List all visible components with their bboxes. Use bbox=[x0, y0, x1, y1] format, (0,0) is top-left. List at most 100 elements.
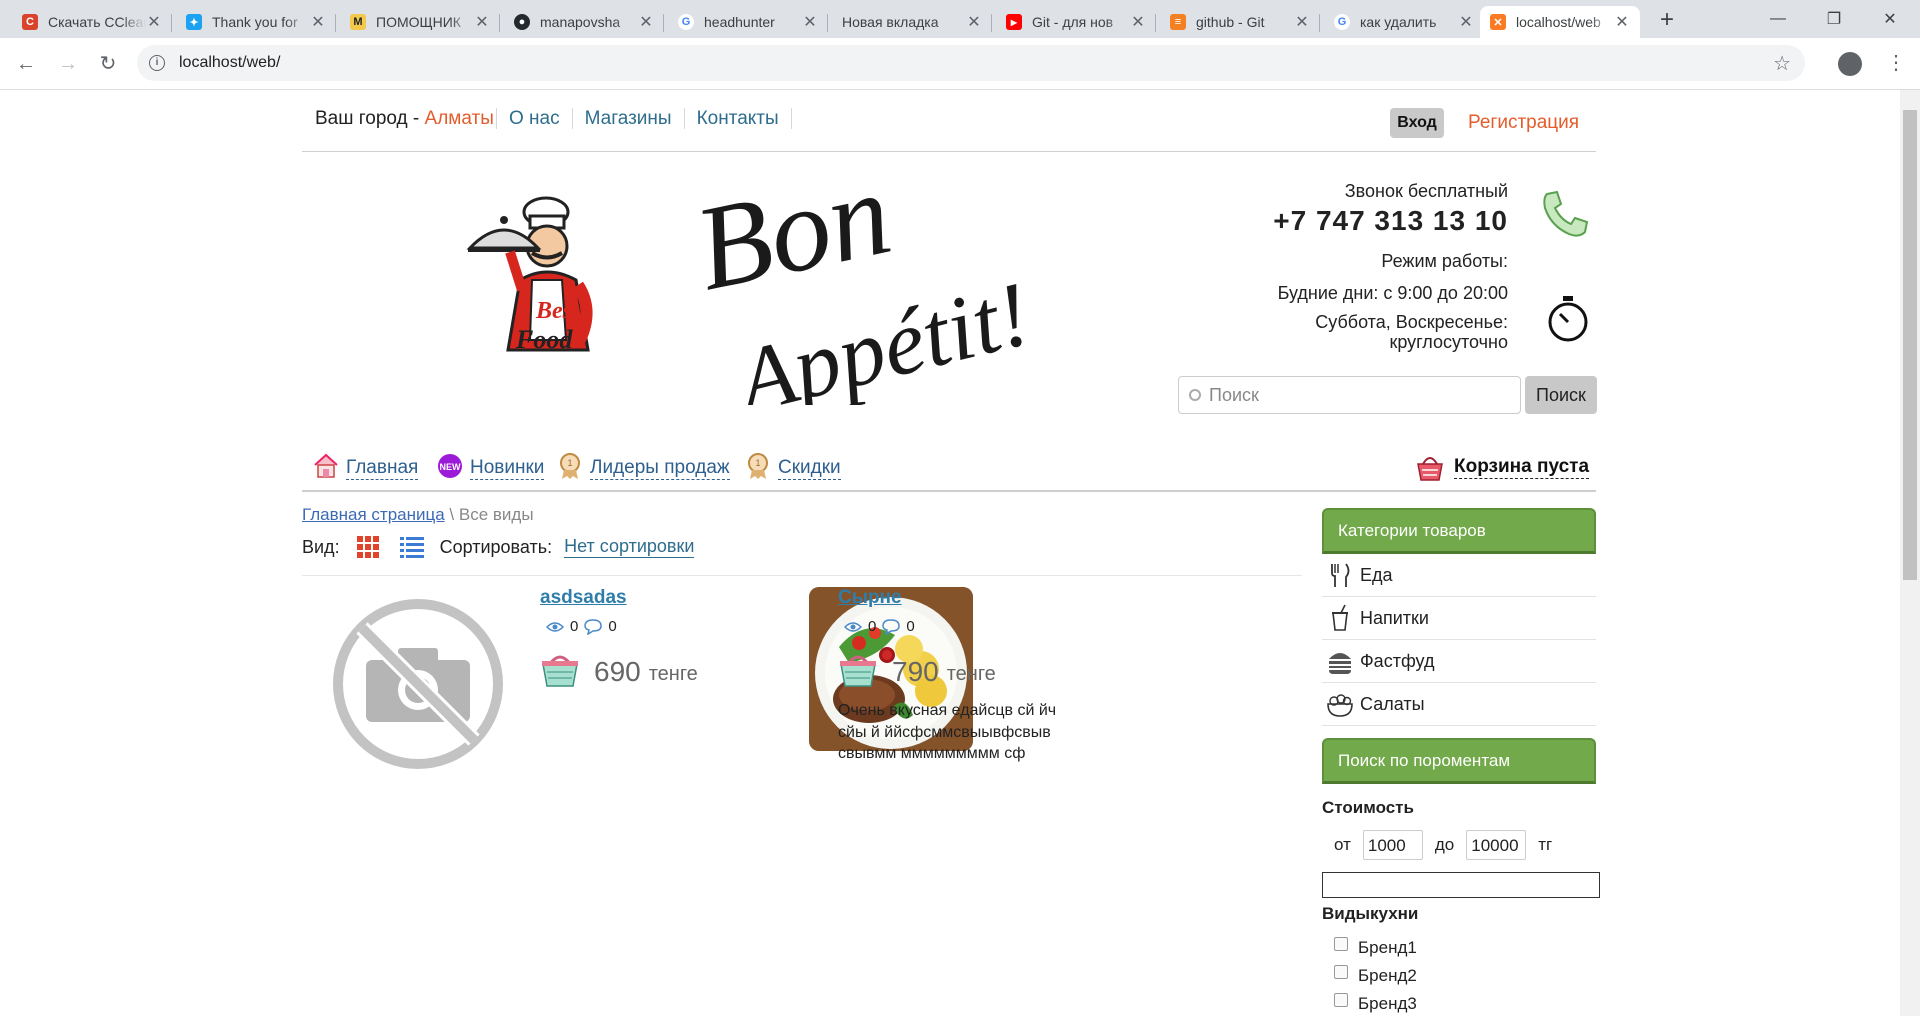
browser-tab[interactable]: ● manapovsha ✕ bbox=[504, 6, 664, 38]
top-menu-contacts[interactable]: Контакты bbox=[683, 108, 792, 129]
product-title-link[interactable]: Сырне bbox=[838, 587, 902, 609]
back-icon[interactable]: ← bbox=[12, 50, 40, 78]
close-icon[interactable]: ✕ bbox=[146, 12, 162, 32]
tab-title: как удалить bbox=[1360, 14, 1437, 30]
url-text: localhost/web/ bbox=[179, 54, 281, 71]
phone-icon bbox=[1543, 190, 1589, 237]
youtube-icon: ▶ bbox=[1006, 14, 1022, 30]
grid-view-icon[interactable] bbox=[356, 535, 380, 559]
browser-tab[interactable]: M ПОМОЩНИК ✕ bbox=[340, 6, 500, 38]
window-close-icon[interactable]: ✕ bbox=[1862, 0, 1918, 38]
browser-tab[interactable]: ▶ Git - для нов ✕ bbox=[996, 6, 1156, 38]
reload-icon[interactable]: ↻ bbox=[94, 50, 122, 78]
browser-tab[interactable]: ≡ github - Git ✕ bbox=[1160, 6, 1320, 38]
brand-label: Бренд3 bbox=[1358, 994, 1417, 1013]
nav-item-new[interactable]: NEW Новинки bbox=[436, 452, 545, 480]
eye-icon bbox=[546, 621, 564, 632]
view-bar: Вид: Сортировать: Нет сортировки bbox=[302, 533, 1302, 561]
browser-tab[interactable]: G headhunter ✕ bbox=[668, 6, 828, 38]
stopwatch-icon bbox=[1548, 296, 1588, 342]
login-button[interactable]: Вход bbox=[1390, 108, 1444, 138]
top-menu-shops[interactable]: Магазины bbox=[571, 108, 684, 129]
top-menu-about[interactable]: О нас bbox=[496, 108, 572, 129]
price-to-input[interactable]: 10000 bbox=[1466, 830, 1527, 860]
categories-header: Категории товаров bbox=[1322, 508, 1596, 554]
forward-icon[interactable]: → bbox=[54, 50, 82, 78]
close-icon[interactable]: ✕ bbox=[966, 12, 982, 32]
add-to-basket-icon[interactable] bbox=[838, 650, 878, 688]
m-logo-icon: M bbox=[350, 14, 366, 30]
restore-icon[interactable]: ❐ bbox=[1806, 0, 1862, 38]
breadcrumb: Главная страница \ Все виды bbox=[302, 505, 534, 525]
svg-text:1: 1 bbox=[755, 458, 760, 468]
tab-title: github - Git bbox=[1196, 14, 1265, 30]
close-icon[interactable]: ✕ bbox=[802, 12, 818, 32]
close-icon[interactable]: ✕ bbox=[1130, 12, 1146, 32]
brand-checkbox-row[interactable]: Бренд2 bbox=[1322, 962, 1596, 990]
minimize-icon[interactable]: — bbox=[1750, 0, 1806, 38]
checkbox[interactable] bbox=[1334, 937, 1348, 951]
browser-tab[interactable]: ✦ Thank you for ✕ bbox=[176, 6, 336, 38]
profile-avatar-icon[interactable] bbox=[1838, 52, 1862, 76]
browser-tab-active[interactable]: ✕ localhost/web ✕ bbox=[1480, 6, 1640, 38]
github-icon: ● bbox=[514, 14, 530, 30]
nav-item-discounts[interactable]: 1 Скидки bbox=[744, 452, 841, 480]
close-icon[interactable]: ✕ bbox=[1294, 12, 1310, 32]
burger-icon bbox=[1329, 653, 1351, 674]
close-icon[interactable]: ✕ bbox=[1458, 12, 1474, 32]
browser-tab[interactable]: G как удалить ✕ bbox=[1324, 6, 1484, 38]
phone-number[interactable]: +7 747 313 13 10 bbox=[1202, 204, 1508, 238]
category-food[interactable]: Еда bbox=[1322, 554, 1596, 597]
logo-text-food: Food bbox=[515, 325, 573, 354]
city-link[interactable]: Алматы bbox=[425, 108, 494, 129]
filter-header: Поиск по пороментам bbox=[1322, 738, 1596, 784]
hours-label: Режим работы: bbox=[1381, 250, 1508, 271]
category-fastfood[interactable]: Фастфуд bbox=[1322, 640, 1596, 683]
product-price: 690 тенге bbox=[540, 650, 698, 688]
price-slider[interactable] bbox=[1322, 872, 1600, 898]
info-icon[interactable]: i bbox=[149, 55, 165, 71]
no-photo-icon[interactable] bbox=[332, 598, 504, 770]
product-title-link[interactable]: asdsadas bbox=[540, 587, 627, 609]
scrollbar-thumb[interactable] bbox=[1903, 110, 1917, 580]
price-range: от 1000 до 10000 тг bbox=[1322, 830, 1596, 860]
category-label: Фастфуд bbox=[1360, 650, 1435, 671]
product-description-line: сйы й ййсфсммсвыывфсвыв bbox=[838, 723, 1051, 741]
product-description-line: Очень вкусная едайсцв сй йч bbox=[838, 702, 1057, 719]
checkbox[interactable] bbox=[1334, 965, 1348, 979]
bookmark-star-icon[interactable]: ☆ bbox=[1773, 51, 1791, 76]
nav-item-home[interactable]: Главная bbox=[312, 452, 419, 480]
checkbox[interactable] bbox=[1334, 993, 1348, 1007]
browser-tab[interactable]: Новая вкладка ✕ bbox=[832, 6, 992, 38]
page-scrollbar[interactable] bbox=[1900, 90, 1920, 1016]
browser-tab[interactable]: C Скачать CCleaner ✕ bbox=[12, 6, 172, 38]
category-drinks[interactable]: Напитки bbox=[1322, 597, 1596, 640]
close-icon[interactable]: ✕ bbox=[474, 12, 490, 32]
category-salads[interactable]: Салаты bbox=[1322, 683, 1596, 726]
breadcrumb-home-link[interactable]: Главная страница bbox=[302, 505, 445, 524]
list-view-icon[interactable] bbox=[399, 535, 424, 559]
register-link[interactable]: Регистрация bbox=[1468, 112, 1579, 134]
sort-dropdown[interactable]: Нет сортировки bbox=[564, 536, 695, 558]
add-to-basket-icon[interactable] bbox=[540, 650, 580, 688]
search-input[interactable]: Поиск bbox=[1178, 376, 1521, 414]
new-tab-icon[interactable]: + bbox=[1653, 6, 1681, 34]
search-button[interactable]: Поиск bbox=[1525, 376, 1597, 414]
sidebar: Категории товаров Еда Напитки Фастфуд Са… bbox=[1322, 508, 1600, 1016]
cart-link[interactable]: Корзина пуста bbox=[1414, 452, 1590, 482]
brand-checkbox-row[interactable]: Бренд1 bbox=[1322, 934, 1596, 962]
brand-checkbox-row[interactable]: Бренд3 bbox=[1322, 990, 1596, 1016]
close-icon[interactable]: ✕ bbox=[1614, 12, 1630, 32]
contact-block: Звонок бесплатный +7 747 313 13 10 Режим… bbox=[1202, 178, 1508, 353]
nav-item-bestsellers[interactable]: 1 Лидеры продаж bbox=[556, 452, 730, 480]
address-bar[interactable]: i localhost/web/ ☆ bbox=[137, 45, 1805, 81]
close-icon[interactable]: ✕ bbox=[638, 12, 654, 32]
close-icon[interactable]: ✕ bbox=[310, 12, 326, 32]
kebab-menu-icon[interactable]: ⋮ bbox=[1886, 50, 1906, 75]
call-label: Звонок бесплатный bbox=[1344, 181, 1508, 201]
brand-label: Бренд2 bbox=[1358, 966, 1417, 985]
tab-title: Git - для нов bbox=[1032, 14, 1114, 30]
sort-label: Сортировать: bbox=[439, 536, 553, 557]
price-from-input[interactable]: 1000 bbox=[1362, 830, 1423, 860]
breadcrumb-current: Все виды bbox=[458, 505, 534, 524]
